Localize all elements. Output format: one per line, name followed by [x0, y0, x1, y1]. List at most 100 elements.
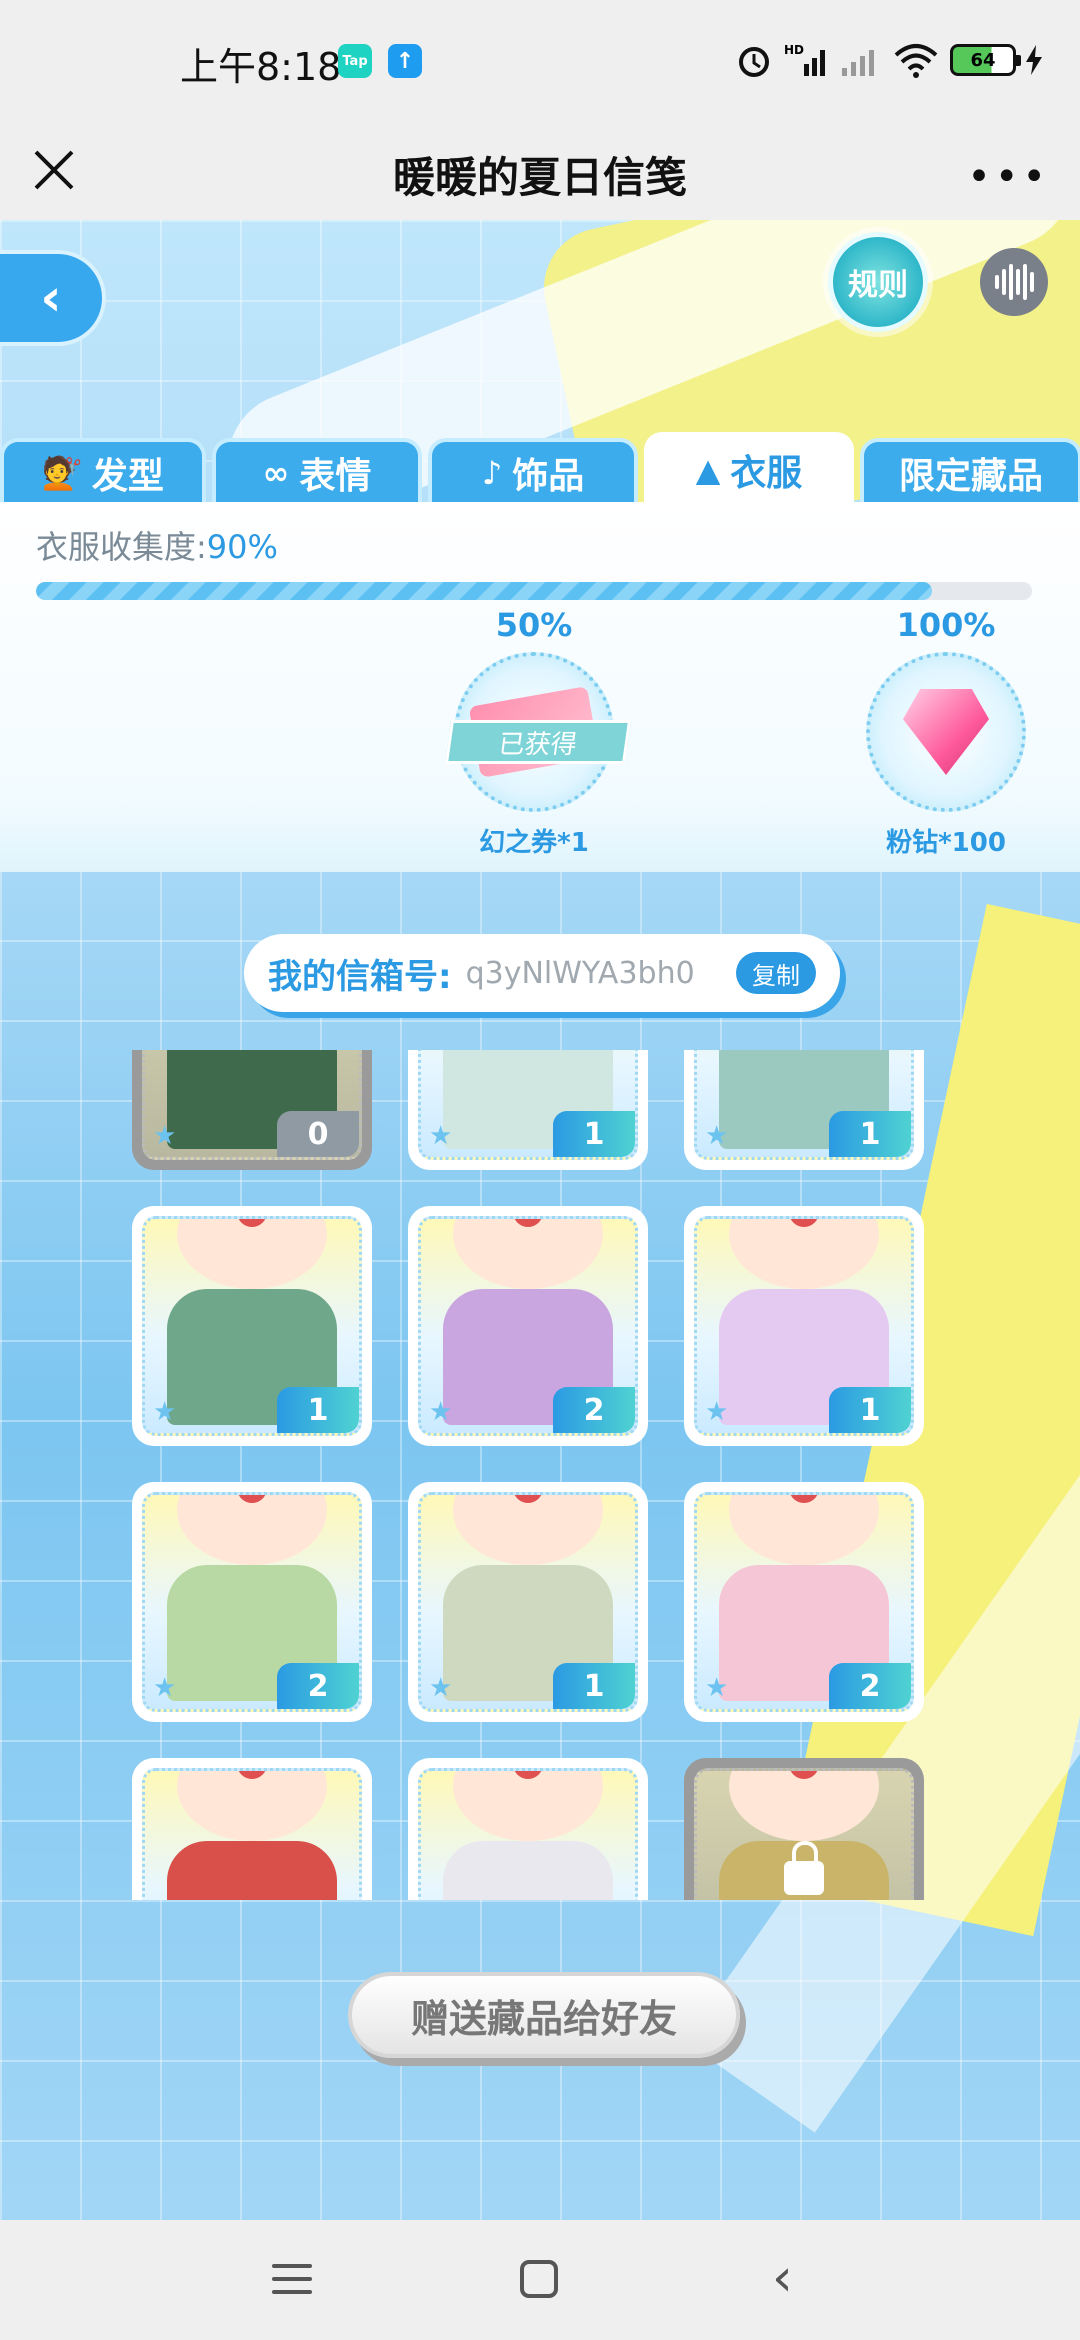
item-thumbnail: ★ [142, 1768, 362, 1900]
collection-progress-fill [36, 582, 933, 600]
category-tabs: 💇 发型 ∞ 表情 ♪ 饰品 ▲ 衣服 限定藏品 [0, 432, 1080, 504]
title-bar: 暖暖的夏日信笺 ••• [0, 120, 1080, 220]
sound-icon[interactable] [980, 248, 1048, 316]
back-icon[interactable]: ‹ [772, 2248, 793, 2308]
tab-limited[interactable]: 限定藏品 [860, 438, 1080, 504]
status-bar: 上午8:18 Tap ↑ HD 64 [0, 0, 1080, 120]
clothes-grid: ★0★1★1★1★2★1★2★1★2★★★ [128, 1050, 948, 1900]
game-view: ‹ 规则 💇 发型 ∞ 表情 ♪ 饰品 ▲ 衣服 限定藏品 衣服收集度:90% [0, 220, 1080, 2220]
taptap-icon: Tap [338, 44, 372, 78]
item-thumbnail: ★ 1 [694, 1050, 914, 1160]
reward-50[interactable]: 50% 已获得 幻之券*1 [444, 606, 632, 859]
clothes-item[interactable]: ★ 1 [684, 1050, 924, 1170]
status-icons: HD 64 [734, 40, 1042, 80]
tab-label: 饰品 [512, 456, 585, 497]
tab-clothes[interactable]: ▲ 衣服 [644, 432, 854, 504]
reward-name: 粉钻*100 [886, 828, 1006, 858]
star-icon: ★ [429, 1397, 453, 1427]
character-face [177, 1771, 327, 1841]
wifi-icon [894, 44, 938, 78]
item-thumbnail: ★ 0 [142, 1050, 362, 1160]
clothes-item[interactable]: ★ 1 [684, 1206, 924, 1446]
collection-percent: 90% [206, 528, 278, 566]
mask-icon: ∞ [262, 454, 290, 492]
star-icon: ★ [153, 1397, 177, 1427]
signal-icon: HD [784, 43, 825, 76]
star-icon: ★ [705, 1673, 729, 1703]
clothes-item[interactable]: ★ [132, 1758, 372, 1900]
obtained-badge: 已获得 [444, 720, 632, 764]
home-icon[interactable] [520, 2260, 558, 2298]
page-title: 暖暖的夏日信笺 [392, 153, 687, 202]
outfit-image [443, 1841, 613, 1900]
item-count: 1 [829, 1111, 911, 1157]
reward-threshold: 50% [495, 606, 573, 644]
item-count: 1 [277, 1387, 359, 1433]
svg-text:HD: HD [784, 43, 804, 57]
reward-threshold: 100% [896, 606, 996, 644]
item-count: 2 [829, 1663, 911, 1709]
clothes-item[interactable]: ★ 1 [132, 1206, 372, 1446]
item-thumbnail: ★ 1 [142, 1216, 362, 1436]
mailbox-label: 我的信箱号: [268, 956, 452, 997]
item-thumbnail: ★ 2 [694, 1492, 914, 1712]
tab-label: 限定藏品 [898, 456, 1043, 497]
star-icon: ★ [705, 1121, 729, 1151]
mailbox-id-bar: 我的信箱号: q3yNlWYA3bh0 复制 [244, 934, 840, 1012]
item-count: 1 [553, 1663, 635, 1709]
rules-button[interactable]: 规则 [828, 232, 928, 332]
lock-icon [784, 1841, 824, 1895]
tab-hair[interactable]: 💇 发型 [0, 438, 206, 504]
charging-icon [1026, 45, 1042, 75]
reward-100[interactable]: 100% 粉钻*100 [856, 606, 1036, 859]
star-icon: ★ [153, 1121, 177, 1151]
gift-to-friend-button[interactable]: 赠送藏品给好友 [348, 1972, 740, 2058]
earring-icon: ♪ [481, 454, 503, 492]
item-thumbnail: ★ 2 [418, 1216, 638, 1436]
tab-expression[interactable]: ∞ 表情 [212, 438, 422, 504]
tab-accessories[interactable]: ♪ 饰品 [428, 438, 638, 504]
reward-icon-container: 已获得 [444, 652, 632, 812]
collection-panel: 衣服收集度:90% 50% 已获得 幻之券*1 100% 粉钻*100 [0, 502, 1080, 872]
item-count: 2 [553, 1387, 635, 1433]
clothes-item[interactable]: ★ 1 [408, 1050, 648, 1170]
item-thumbnail: ★ [418, 1768, 638, 1900]
tab-label: 表情 [299, 456, 372, 497]
outfit-image [167, 1841, 337, 1900]
character-face [177, 1219, 327, 1289]
item-thumbnail: ★ 1 [418, 1050, 638, 1160]
item-count: 2 [277, 1663, 359, 1709]
status-time: 上午8:18 [180, 45, 342, 89]
clothes-item[interactable]: ★ 2 [684, 1482, 924, 1722]
collection-label: 衣服收集度:90% [36, 528, 278, 566]
star-icon: ★ [429, 1121, 453, 1151]
diamond-icon [903, 689, 989, 775]
upload-icon: ↑ [388, 44, 422, 78]
hat-icon: ▲ [695, 451, 721, 489]
character-face [453, 1219, 603, 1289]
character-face [729, 1219, 879, 1289]
collection-progress-bar [36, 582, 1032, 600]
hair-icon: 💇 [42, 454, 82, 492]
item-thumbnail: ★ 1 [694, 1216, 914, 1436]
clothes-item[interactable]: ★ 1 [408, 1482, 648, 1722]
tab-label: 衣服 [730, 453, 803, 494]
reward-name: 幻之券*1 [479, 828, 589, 858]
clothes-item[interactable]: ★ 2 [132, 1482, 372, 1722]
clothes-item[interactable]: ★ [408, 1758, 648, 1900]
game-back-button[interactable]: ‹ [0, 250, 106, 346]
item-count: 1 [829, 1387, 911, 1433]
clothes-item[interactable]: ★ 0 [132, 1050, 372, 1170]
tab-label: 发型 [91, 456, 164, 497]
item-thumbnail: ★ 1 [418, 1492, 638, 1712]
copy-button[interactable]: 复制 [736, 952, 816, 994]
more-button[interactable]: ••• [967, 154, 1050, 200]
star-icon: ★ [705, 1397, 729, 1427]
clothes-item[interactable]: ★ [684, 1758, 924, 1900]
character-face [177, 1495, 327, 1565]
item-thumbnail: ★ 2 [142, 1492, 362, 1712]
character-face [453, 1771, 603, 1841]
menu-icon[interactable] [272, 2264, 312, 2303]
clothes-item[interactable]: ★ 2 [408, 1206, 648, 1446]
star-icon: ★ [153, 1673, 177, 1703]
